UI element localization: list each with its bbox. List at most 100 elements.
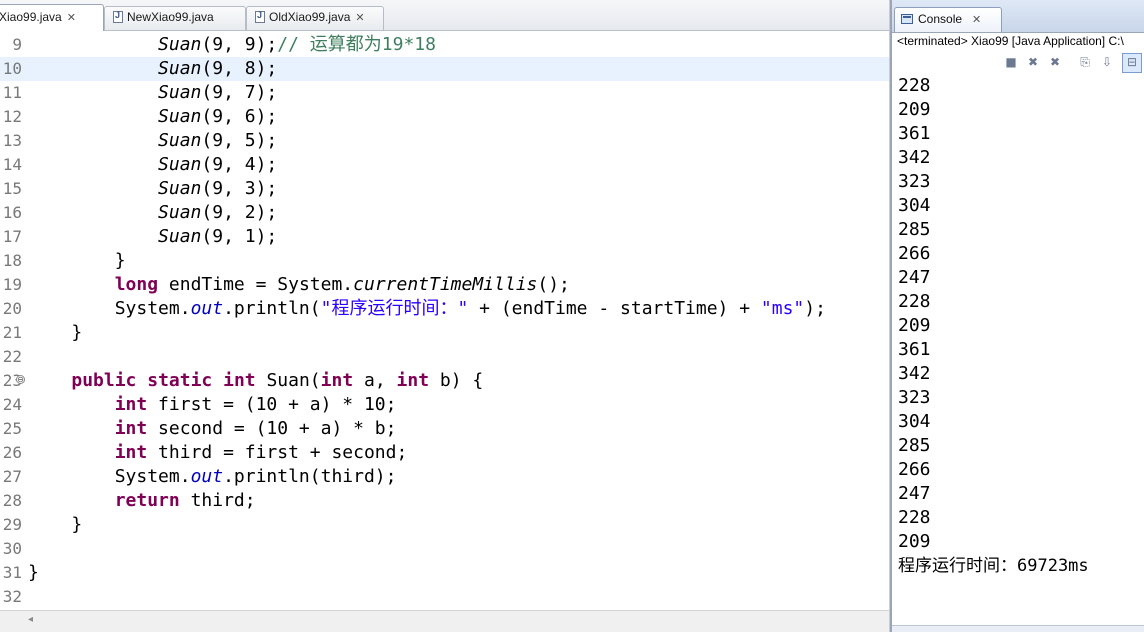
code-line[interactable]: 21 } (0, 321, 889, 345)
line-number: 13 (2, 131, 22, 150)
word-wrap-icon[interactable]: ⊟ (1122, 53, 1142, 73)
code-line[interactable]: 23 ⊖ public static int Suan(int a, int b)… (0, 369, 889, 393)
line-number: 24 (2, 395, 22, 414)
line-number: 21 (2, 323, 22, 342)
code-line[interactable]: 20 System.out.println("程序运行时间：" + (endTi… (0, 297, 889, 321)
code-line[interactable]: 22 (0, 345, 889, 369)
code-line[interactable]: 29 } (0, 513, 889, 537)
code-line[interactable]: 16 Suan(9, 2); (0, 201, 889, 225)
console-output-line: 361 (898, 123, 931, 144)
code-line[interactable]: 9 Suan(9, 9);// 运算都为19*18 (0, 33, 889, 57)
code-text: public static int Suan(int a, int b) { (71, 370, 484, 391)
console-output-line: 228 (898, 507, 931, 528)
line-number: 26 (2, 443, 22, 462)
code-text: Suan(9, 2); (158, 202, 278, 223)
code-text: int second = (10 + a) * b; (114, 418, 397, 439)
console-output-line: 266 (898, 243, 931, 264)
code-line[interactable]: 30 (0, 537, 889, 561)
line-number: 10 (2, 59, 22, 78)
close-icon[interactable]: ✕ (355, 12, 364, 24)
fold-toggle-icon[interactable]: ⊖ (16, 375, 25, 384)
editor-tab[interactable]: Xiao99.java ✕ (0, 4, 104, 31)
code-text: Suan(9, 1); (158, 226, 278, 247)
console-output-line: 247 (898, 267, 931, 288)
remove-launch-icon[interactable]: ✖ (1025, 54, 1041, 70)
code-line[interactable]: 10 Suan(9, 8); (0, 57, 889, 81)
code-editor[interactable]: Xiao99.java ✕ NewXiao99.java OldXiao99.java… (0, 0, 890, 632)
line-number: 11 (2, 83, 22, 102)
line-number: 12 (2, 107, 22, 126)
code-line[interactable]: 27 System.out.println(third); (0, 465, 889, 489)
console-output-line: 285 (898, 219, 931, 240)
line-number: 32 (2, 587, 22, 606)
horizontal-scrollbar[interactable]: ◂ (0, 610, 889, 632)
console-view: Console ✕ <terminated> Xiao99 [Java Appli… (890, 0, 1144, 632)
close-icon[interactable]: ✕ (67, 12, 76, 24)
editor-tab-label: Xiao99.java (0, 10, 62, 24)
line-number: 30 (2, 539, 22, 558)
console-output-line: 323 (898, 387, 931, 408)
code-text: System.out.println(third); (28, 466, 397, 487)
scroll-left-icon[interactable]: ◂ (28, 614, 33, 625)
terminate-icon[interactable]: ■ (1003, 54, 1019, 70)
console-output-line: 209 (898, 99, 931, 120)
console-icon (901, 14, 913, 24)
console-output-line: 209 (898, 531, 931, 552)
console-output-line: 228 (898, 75, 931, 96)
line-number: 17 (2, 227, 22, 246)
code-line[interactable]: 25 int second = (10 + a) * b; (0, 417, 889, 441)
code-text: return third; (114, 490, 256, 511)
console-output-line: 361 (898, 339, 931, 360)
console-output-line: 323 (898, 171, 931, 192)
code-line[interactable]: 17 Suan(9, 1); (0, 225, 889, 249)
console-tab-bar: Console ✕ (892, 0, 1144, 33)
line-number: 27 (2, 467, 22, 486)
console-output-line: 304 (898, 411, 931, 432)
line-number: 29 (2, 515, 22, 534)
code-text: Suan(9, 3); (158, 178, 278, 199)
line-number: 16 (2, 203, 22, 222)
console-output[interactable]: 228 209 361 342 323 304 285 266 247 228 209 361 342 3… (892, 74, 1144, 578)
code-line[interactable]: 24 int first = (10 + a) * 10; (0, 393, 889, 417)
code-line[interactable]: 31} (0, 561, 889, 585)
code-text: } (28, 250, 126, 271)
code-line[interactable]: 26 int third = first + second; (0, 441, 889, 465)
code-line[interactable]: 15 Suan(9, 3); (0, 177, 889, 201)
code-line[interactable]: 18 } (0, 249, 889, 273)
editor-tab-bar: Xiao99.java ✕ NewXiao99.java OldXiao99.java… (0, 0, 889, 31)
java-file-icon (113, 10, 123, 23)
editor-tab-label: OldXiao99.java (269, 10, 351, 24)
remove-all-terminated-icon[interactable]: ✖ (1047, 54, 1063, 70)
line-number: 25 (2, 419, 22, 438)
close-icon[interactable]: ✕ (972, 14, 981, 26)
code-line[interactable]: 14 Suan(9, 4); (0, 153, 889, 177)
code-text: Suan(9, 4); (158, 154, 278, 175)
editor-tab[interactable]: OldXiao99.java ✕ (246, 6, 384, 30)
java-file-icon (255, 10, 265, 23)
console-output-line: 程序运行时间：69723ms (898, 556, 1089, 576)
code-line[interactable]: 13 Suan(9, 5); (0, 129, 889, 153)
console-output-line: 266 (898, 459, 931, 480)
code-text: Suan(9, 8); (158, 58, 278, 79)
code-text: Suan(9, 6); (158, 106, 278, 127)
code-text: long endTime = System.currentTimeMillis(… (114, 274, 570, 295)
console-output-line: 209 (898, 315, 931, 336)
console-output-line: 285 (898, 435, 931, 456)
console-tab-label: Console (918, 12, 963, 26)
code-text: } (28, 322, 83, 343)
code-area[interactable]: 9 Suan(9, 9);// 运算都为19*18 10 Suan(9, 8); 1… (0, 33, 889, 609)
console-output-line: 304 (898, 195, 931, 216)
tab-console[interactable]: Console ✕ (894, 7, 1002, 32)
scroll-lock-icon[interactable]: ⇩ (1099, 54, 1115, 70)
editor-tab[interactable]: NewXiao99.java (104, 6, 246, 30)
clear-console-icon[interactable]: ⎘ (1077, 54, 1093, 70)
code-line[interactable]: 19 long endTime = System.currentTimeMill… (0, 273, 889, 297)
line-number: 14 (2, 155, 22, 174)
editor-tab-label: NewXiao99.java (127, 10, 214, 24)
console-status-text: <terminated> Xiao99 [Java Application] C… (897, 34, 1124, 48)
code-line[interactable]: 28 return third; (0, 489, 889, 513)
code-line[interactable]: 32 (0, 585, 889, 609)
code-line[interactable]: 11 Suan(9, 7); (0, 81, 889, 105)
console-output-line: 228 (898, 291, 931, 312)
code-line[interactable]: 12 Suan(9, 6); (0, 105, 889, 129)
